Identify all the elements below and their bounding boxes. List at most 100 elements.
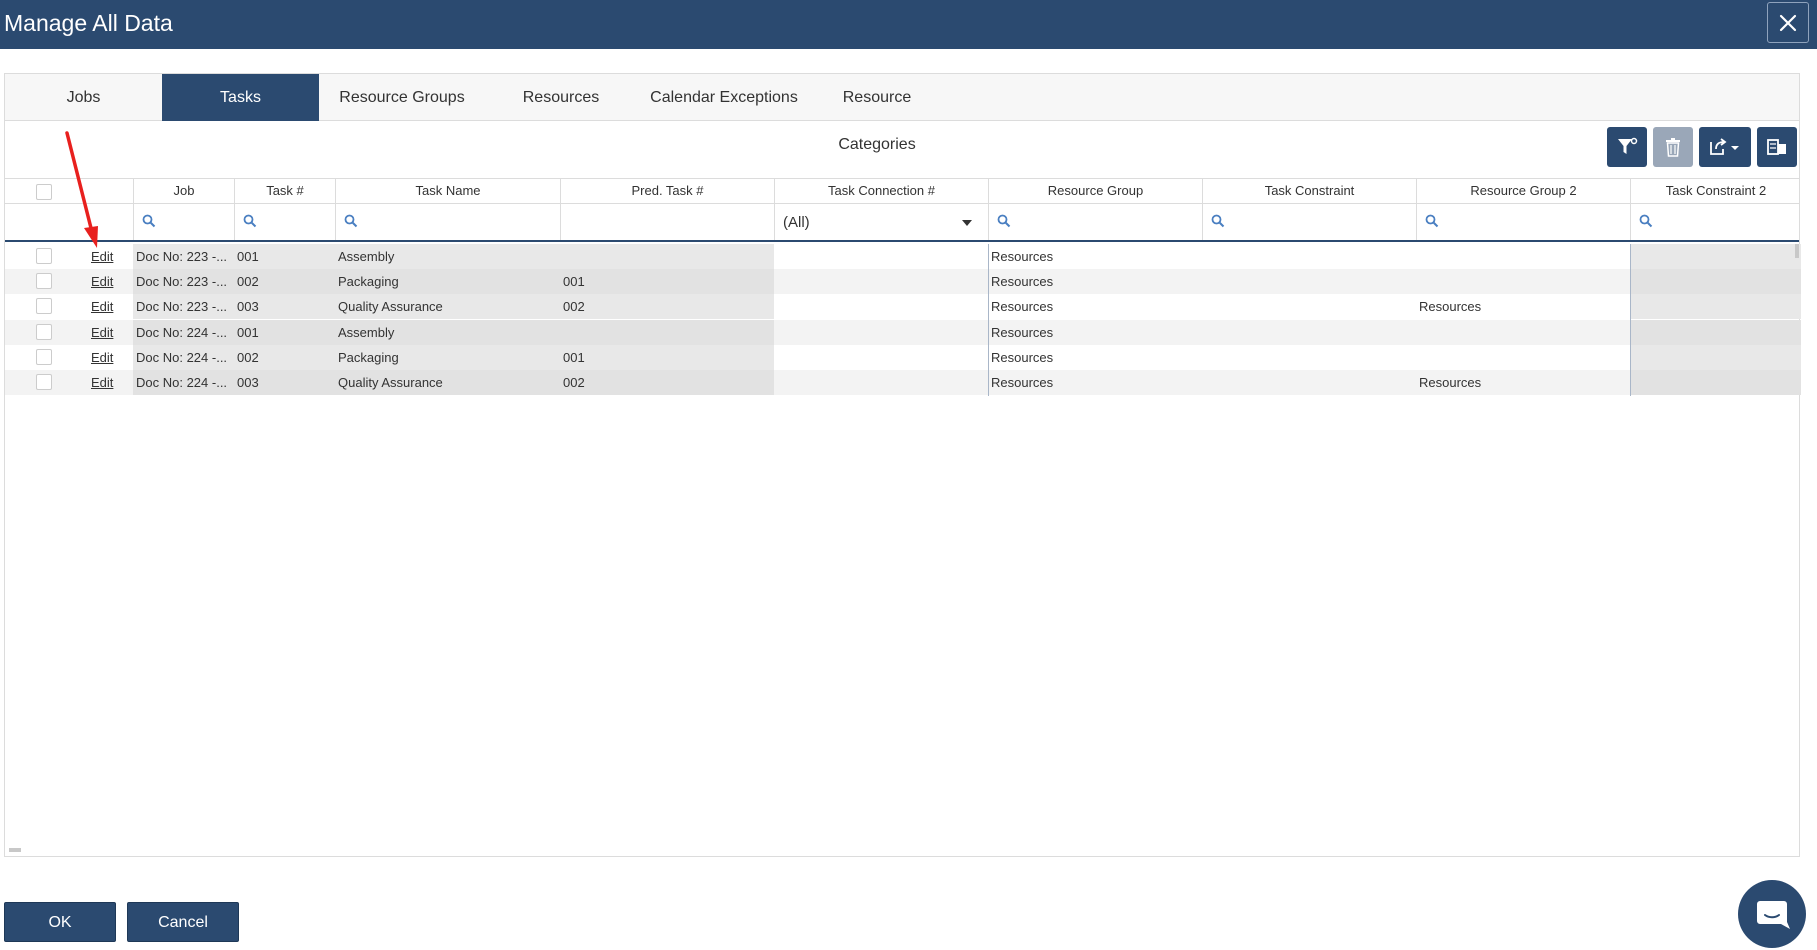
filter-resource-group[interactable] [988, 204, 1202, 240]
row-checkbox[interactable] [36, 374, 52, 390]
header-task-constraint[interactable]: Task Constraint [1202, 179, 1416, 203]
cell-task-constraint-2[interactable] [1630, 320, 1801, 345]
cell-task-constraint-2[interactable] [1630, 345, 1801, 370]
table-row[interactable]: Edit Doc No: 224 -... 001 Assembly Resources [5, 320, 1801, 345]
column-chooser-button[interactable] [1757, 127, 1797, 167]
cell-task-name[interactable]: Packaging [335, 269, 560, 294]
export-button[interactable] [1699, 127, 1751, 167]
header-job[interactable]: Job [133, 179, 234, 203]
header-task-name[interactable]: Task Name [335, 179, 560, 203]
filter-job[interactable] [133, 204, 234, 240]
tab-resource-groups[interactable]: Resource Groups [319, 74, 485, 121]
cell-resource-group-2[interactable]: Resources [1416, 370, 1630, 395]
cell-task-connection[interactable] [774, 269, 988, 294]
cell-task-constraint-2[interactable] [1630, 269, 1801, 294]
cell-task-name[interactable]: Assembly [335, 244, 560, 269]
header-task-constraint-2[interactable]: Task Constraint 2 [1630, 179, 1801, 203]
delete-button[interactable] [1653, 127, 1693, 167]
cell-task-number[interactable]: 001 [234, 244, 335, 269]
tab-resource-categories[interactable]: Resource Categories [803, 74, 951, 153]
row-checkbox[interactable] [36, 298, 52, 314]
filter-task-constraint-2[interactable] [1630, 204, 1801, 240]
select-all-checkbox[interactable] [36, 184, 52, 200]
cell-resource-group-2[interactable]: Resources [1416, 294, 1630, 319]
table-row[interactable]: Edit Doc No: 224 -... 002 Packaging 001 Resou… [5, 345, 1801, 370]
cell-resource-group[interactable]: Resources [988, 345, 1202, 370]
header-resource-group-2[interactable]: Resource Group 2 [1416, 179, 1630, 203]
cell-resource-group-2[interactable] [1416, 244, 1630, 269]
cell-task-number[interactable]: 003 [234, 294, 335, 319]
cell-task-constraint[interactable] [1202, 294, 1416, 319]
cell-pred-task[interactable]: 002 [560, 294, 774, 319]
edit-link[interactable]: Edit [91, 325, 113, 340]
edit-link[interactable]: Edit [91, 375, 113, 390]
cell-task-constraint[interactable] [1202, 345, 1416, 370]
cell-task-constraint[interactable] [1202, 244, 1416, 269]
header-resource-group[interactable]: Resource Group [988, 179, 1202, 203]
cell-task-constraint-2[interactable] [1630, 370, 1801, 395]
cell-pred-task[interactable]: 002 [560, 370, 774, 395]
row-checkbox[interactable] [36, 273, 52, 289]
row-checkbox[interactable] [36, 324, 52, 340]
tab-tasks[interactable]: Tasks [162, 74, 319, 121]
edit-link[interactable]: Edit [91, 249, 113, 264]
edit-link[interactable]: Edit [91, 299, 113, 314]
cell-job[interactable]: Doc No: 223 -... [133, 269, 234, 294]
filter-task-constraint[interactable] [1202, 204, 1416, 240]
clear-filter-button[interactable] [1607, 127, 1647, 167]
cell-task-constraint[interactable] [1202, 269, 1416, 294]
cell-resource-group[interactable]: Resources [988, 370, 1202, 395]
filter-task-number[interactable] [234, 204, 335, 240]
cell-task-connection[interactable] [774, 370, 988, 395]
edit-link[interactable]: Edit [91, 350, 113, 365]
cell-task-name[interactable]: Assembly [335, 320, 560, 345]
filter-resource-group-2[interactable] [1416, 204, 1630, 240]
tab-resources[interactable]: Resources [501, 74, 621, 121]
cell-job[interactable]: Doc No: 224 -... [133, 345, 234, 370]
cell-task-constraint-2[interactable] [1630, 244, 1801, 269]
header-task-connection[interactable]: Task Connection # [774, 179, 988, 203]
header-pred-task[interactable]: Pred. Task # [560, 179, 774, 203]
cancel-button[interactable]: Cancel [127, 902, 239, 942]
table-row[interactable]: Edit Doc No: 223 -... 003 Quality Assurance… [5, 294, 1801, 319]
cell-task-number[interactable]: 003 [234, 370, 335, 395]
vertical-scrollbar[interactable] [1795, 244, 1799, 258]
cell-task-constraint[interactable] [1202, 320, 1416, 345]
cell-task-constraint-2[interactable] [1630, 294, 1801, 319]
cell-task-connection[interactable] [774, 244, 988, 269]
cell-resource-group-2[interactable] [1416, 345, 1630, 370]
cell-resource-group[interactable]: Resources [988, 244, 1202, 269]
edit-link[interactable]: Edit [91, 274, 113, 289]
filter-task-connection-dropdown[interactable]: (All) [774, 204, 988, 240]
cell-task-number[interactable]: 001 [234, 320, 335, 345]
cell-resource-group-2[interactable] [1416, 320, 1630, 345]
cell-job[interactable]: Doc No: 224 -... [133, 320, 234, 345]
tab-calendar-exceptions[interactable]: Calendar Exceptions [639, 74, 809, 121]
filter-pred-task[interactable] [560, 204, 774, 240]
cell-task-name[interactable]: Quality Assurance [335, 370, 560, 395]
cell-task-number[interactable]: 002 [234, 269, 335, 294]
cell-task-connection[interactable] [774, 345, 988, 370]
chat-widget-button[interactable] [1738, 880, 1806, 948]
cell-task-name[interactable]: Packaging [335, 345, 560, 370]
cell-task-connection[interactable] [774, 320, 988, 345]
table-row[interactable]: Edit Doc No: 223 -... 002 Packaging 001 Resou… [5, 269, 1801, 294]
filter-task-name[interactable] [335, 204, 560, 240]
cell-job[interactable]: Doc No: 223 -... [133, 294, 234, 319]
close-button[interactable] [1767, 2, 1809, 43]
header-task-number[interactable]: Task # [234, 179, 335, 203]
cell-task-number[interactable]: 002 [234, 345, 335, 370]
cell-job[interactable]: Doc No: 223 -... [133, 244, 234, 269]
table-row[interactable]: Edit Doc No: 224 -... 003 Quality Assurance… [5, 370, 1801, 395]
row-checkbox[interactable] [36, 349, 52, 365]
cell-job[interactable]: Doc No: 224 -... [133, 370, 234, 395]
horizontal-scrollbar[interactable] [9, 848, 21, 852]
cell-task-connection[interactable] [774, 294, 988, 319]
cell-resource-group[interactable]: Resources [988, 269, 1202, 294]
cell-pred-task[interactable] [560, 320, 774, 345]
cell-task-name[interactable]: Quality Assurance [335, 294, 560, 319]
cell-pred-task[interactable]: 001 [560, 345, 774, 370]
cell-resource-group[interactable]: Resources [988, 294, 1202, 319]
cell-resource-group[interactable]: Resources [988, 320, 1202, 345]
row-checkbox[interactable] [36, 248, 52, 264]
